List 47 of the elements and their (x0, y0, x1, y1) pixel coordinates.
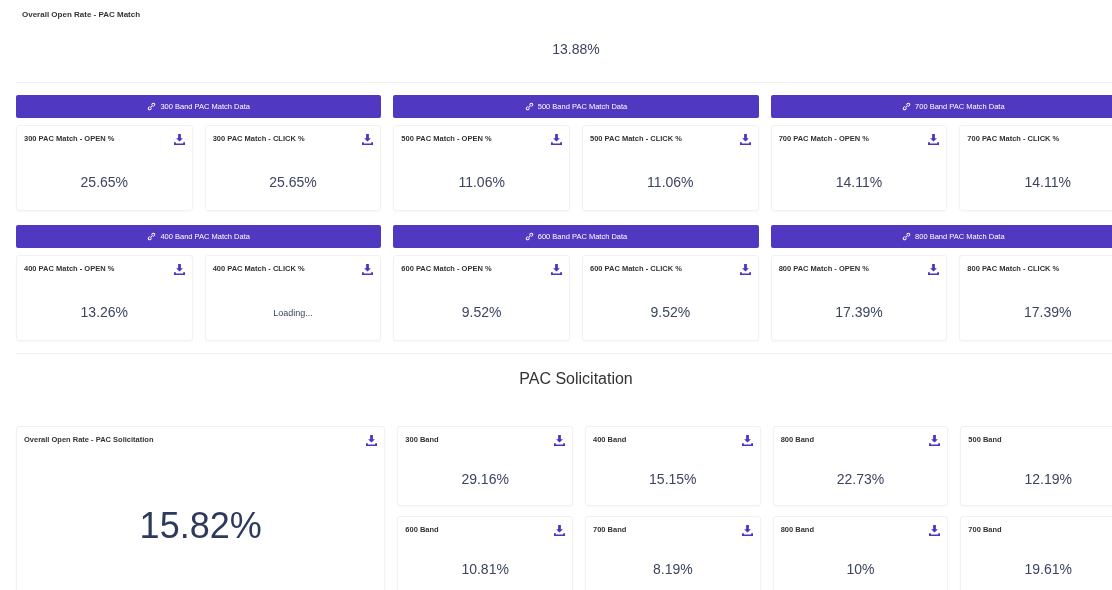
download-icon[interactable] (554, 525, 565, 536)
stat-value: 17.39% (835, 304, 883, 320)
stat-value: 11.06% (647, 174, 694, 190)
stat-value: 14.11% (835, 174, 883, 190)
card-title: Overall Open Rate - PAC Match (22, 10, 141, 19)
download-icon[interactable] (362, 134, 374, 145)
download-icon[interactable] (366, 435, 378, 446)
download-icon[interactable] (362, 264, 374, 275)
link-icon (902, 232, 912, 241)
download-icon[interactable] (929, 435, 941, 446)
stat-value: 9.52% (461, 304, 502, 320)
stat-value: 25.65% (80, 174, 129, 190)
stat-value: 8.19% (652, 561, 693, 577)
download-icon[interactable] (551, 134, 562, 145)
stat-value: 15.82% (139, 505, 262, 547)
stat-value: 12.19% (1024, 471, 1072, 487)
stat-value: 19.61% (1024, 561, 1072, 577)
link-icon (524, 232, 534, 241)
download-icon[interactable] (741, 435, 753, 446)
download-icon[interactable] (554, 435, 565, 446)
stat-value: 10.81% (461, 561, 509, 577)
download-icon[interactable] (173, 134, 185, 145)
download-icon[interactable] (551, 264, 562, 275)
download-icon[interactable] (173, 264, 185, 275)
stat-value: 17.39% (1023, 304, 1072, 320)
stat-value: 14.11% (1024, 174, 1071, 190)
stat-value: 13.26% (80, 304, 129, 320)
link-icon (147, 102, 157, 111)
download-icon[interactable] (741, 525, 753, 536)
download-icon[interactable] (928, 264, 940, 275)
stat-value: 10% (846, 561, 875, 577)
stat-value: 11.06% (458, 174, 505, 190)
stat-value: 15.15% (649, 471, 697, 487)
link-icon (524, 102, 534, 111)
stat-value: 9.52% (650, 304, 691, 320)
section-heading: PAC Solicitation (518, 370, 634, 388)
download-icon[interactable] (739, 264, 751, 275)
download-icon[interactable] (928, 134, 940, 145)
link-icon (147, 232, 157, 241)
stat-value: 22.73% (836, 471, 885, 487)
download-icon[interactable] (929, 525, 941, 536)
stat-value: Loading... (273, 308, 313, 318)
stat-value: 13.88% (552, 41, 600, 57)
link-icon (902, 102, 912, 111)
stat-value: 29.16% (461, 471, 509, 487)
download-icon[interactable] (739, 134, 751, 145)
stat-value: 25.65% (269, 174, 317, 190)
